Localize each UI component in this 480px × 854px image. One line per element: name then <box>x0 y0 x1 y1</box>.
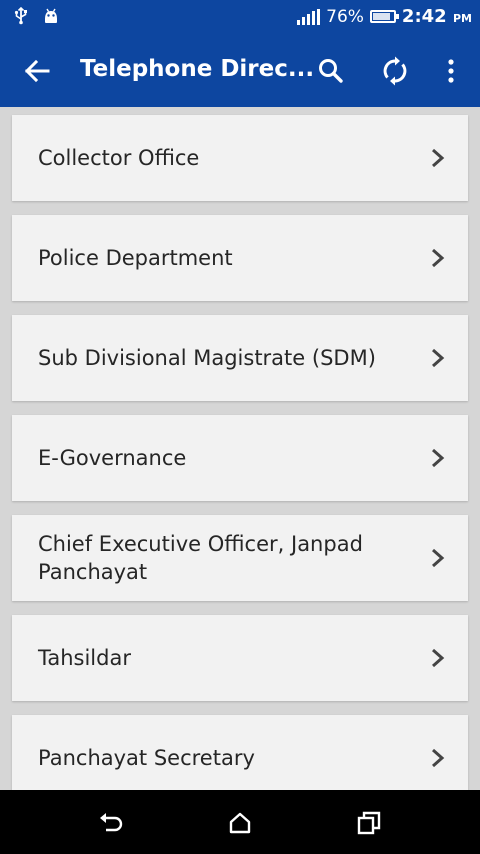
chevron-right-icon <box>432 248 445 268</box>
list-item-label: Sub Divisional Magistrate (SDM) <box>38 346 376 370</box>
chevron-right-icon <box>432 548 445 568</box>
clock-suffix: PM <box>452 12 472 25</box>
app-bar: Telephone Direc... <box>0 34 480 107</box>
list-item[interactable]: Police Department <box>12 215 468 301</box>
chevron-right-icon <box>432 348 445 368</box>
list-item-label: Panchayat Secretary <box>38 746 255 770</box>
list-item-label: E-Governance <box>38 446 187 470</box>
list-item[interactable]: Tahsildar <box>12 615 468 701</box>
list-item[interactable]: Panchayat Secretary <box>12 715 468 790</box>
search-icon[interactable] <box>316 56 346 86</box>
clock-time: 2:42 <box>401 6 447 27</box>
list-item[interactable]: E-Governance <box>12 415 468 501</box>
usb-icon <box>14 7 27 25</box>
list-item-label: Police Department <box>38 246 233 270</box>
list-item-label: Collector Office <box>38 146 200 170</box>
list-item[interactable]: Chief Executive Officer, Janpad Panchaya… <box>12 515 468 601</box>
list-item[interactable]: Sub Divisional Magistrate (SDM) <box>12 315 468 401</box>
list-item[interactable]: Collector Office <box>12 115 468 201</box>
battery-icon <box>369 10 399 23</box>
system-nav-bar <box>0 790 480 854</box>
status-bar: 76% 2:42 PM <box>0 0 480 34</box>
chevron-right-icon <box>432 448 445 468</box>
battery-percent: 76% <box>326 6 364 27</box>
directory-list: Collector Office Police Department Sub D… <box>0 107 480 790</box>
list-item-label: Tahsildar <box>38 646 131 670</box>
recents-nav-icon[interactable] <box>356 810 382 836</box>
chevron-right-icon <box>432 748 445 768</box>
home-nav-icon[interactable] <box>227 810 253 836</box>
chevron-right-icon <box>432 648 445 668</box>
list-item-label: Chief Executive Officer, Janpad Panchaya… <box>38 532 363 584</box>
refresh-icon[interactable] <box>380 56 410 86</box>
back-arrow-icon[interactable] <box>22 56 52 86</box>
page-title: Telephone Direc... <box>80 56 315 82</box>
android-debug-icon <box>45 8 57 23</box>
back-nav-icon[interactable] <box>98 810 124 836</box>
signal-icon <box>297 8 321 25</box>
overflow-menu-icon[interactable] <box>436 56 466 86</box>
chevron-right-icon <box>432 148 445 168</box>
clock: 2:42 PM <box>402 6 472 27</box>
